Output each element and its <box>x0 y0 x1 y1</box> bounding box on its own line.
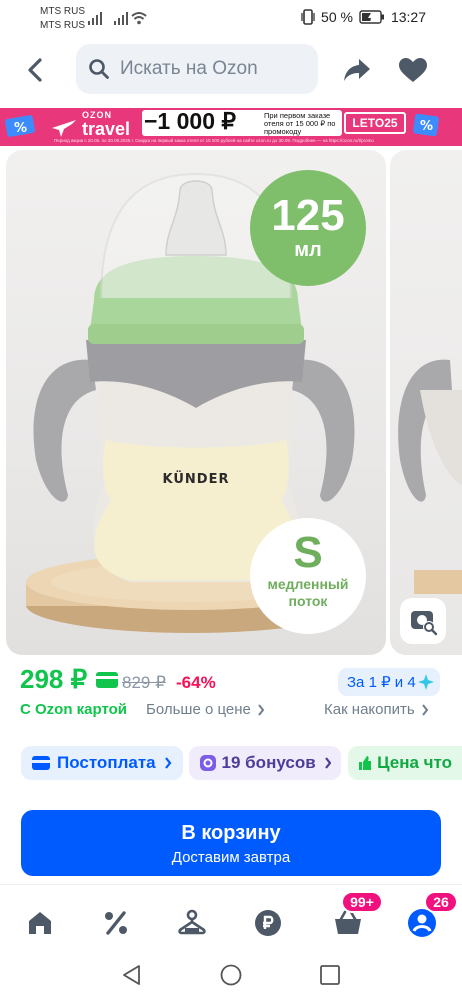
promo-banner[interactable]: % OZON travel −1 000 ₽ При первом заказе… <box>0 108 462 146</box>
system-recents-icon[interactable] <box>318 963 342 987</box>
banner-brand: travel <box>82 119 131 139</box>
carrier-label: MTS RUS <box>40 6 85 17</box>
installment-badge[interactable]: За 1 ₽ и 4 <box>338 668 440 696</box>
flow-line-1: медленный <box>267 576 349 592</box>
nav-discounts[interactable] <box>98 905 134 941</box>
percent-icon <box>105 911 127 935</box>
chevron-right-icon <box>324 757 331 769</box>
wallet-icon <box>32 756 50 770</box>
nav-home[interactable] <box>22 905 58 941</box>
flow-badge: S медленный поток <box>250 518 366 634</box>
volume-badge: 125 мл <box>250 170 366 286</box>
ozon-card-icon <box>96 672 118 688</box>
chip-label: Постоплата <box>57 753 156 772</box>
home-icon <box>29 912 51 934</box>
discount-ticket-icon: % <box>5 115 35 137</box>
ruble-icon <box>255 910 281 936</box>
volume-number: 125 <box>271 191 345 240</box>
banner-offer-box: −1 000 ₽ При первом заказе отеля от 15 0… <box>142 108 342 136</box>
svg-text:%: % <box>420 119 433 134</box>
status-bar: MTS RUS MTS RUS 50 % 13:27 <box>0 0 462 36</box>
hanger-icon <box>178 909 206 935</box>
product-image[interactable]: KÜNDER 125 мл S медленный поток <box>6 150 386 655</box>
camera-search-icon <box>411 611 438 636</box>
search-input[interactable]: Искать на Ozon <box>76 44 318 94</box>
sparkle-icon <box>417 674 434 690</box>
bonus-coin-icon <box>200 755 216 771</box>
postpay-chip[interactable]: Постоплата <box>21 746 183 780</box>
baby-bottle-preview <box>398 359 462 594</box>
flow-size: S <box>293 528 323 577</box>
nav-finance[interactable] <box>250 905 286 941</box>
thumbs-up-icon <box>359 756 372 770</box>
ozon-card-label: С Ozon картой <box>20 701 128 718</box>
bonus-chip[interactable]: 19 бонусов <box>189 746 341 780</box>
more-about-price-label: Больше о цене <box>146 701 251 718</box>
battery-icon <box>359 10 384 24</box>
system-home-icon[interactable] <box>219 963 243 987</box>
flow-line-2: поток <box>288 593 328 609</box>
profile-notification-badge: 26 <box>424 891 458 913</box>
plane-icon <box>52 120 76 137</box>
vibrate-icon <box>301 9 315 25</box>
chip-label: 19 бонусов <box>221 753 316 772</box>
status-right: 50 % 13:27 <box>301 9 426 25</box>
more-about-price-link[interactable]: Больше о цене <box>146 701 265 718</box>
banner-fine-print: Период акции с 20.06. по 30.09.2025 г. С… <box>54 138 374 143</box>
discount-ticket-icon: % <box>413 113 439 137</box>
carrier-label: MTS RUS <box>40 20 85 31</box>
banner-promo-code: LETO25 <box>344 112 406 134</box>
search-icon <box>89 59 109 79</box>
svg-text:%: % <box>14 121 27 136</box>
header: Искать на Ozon <box>0 36 462 104</box>
volume-unit: мл <box>294 239 322 261</box>
battery-percent: 50 % <box>321 9 353 25</box>
image-search-button[interactable] <box>400 598 446 644</box>
how-to-save-label: Как накопить <box>324 701 415 718</box>
add-to-cart-button[interactable]: В корзину Доставим завтра <box>21 810 441 876</box>
system-navigation-bar <box>0 955 462 1000</box>
favorite-heart-icon[interactable] <box>398 57 428 83</box>
chip-label: Цена что <box>377 753 452 772</box>
old-price: 829 ₽ <box>122 673 166 692</box>
banner-condition: При первом заказе отеля от 15 000 ₽ по п… <box>264 111 336 136</box>
how-to-save-link[interactable]: Как накопить <box>324 701 429 718</box>
cart-button-label: В корзину <box>181 822 281 844</box>
banner-amount: −1 000 ₽ <box>144 108 237 134</box>
cart-basket-icon <box>335 910 361 934</box>
back-icon[interactable] <box>22 56 50 84</box>
share-icon[interactable] <box>342 56 372 84</box>
chevron-right-icon <box>258 703 265 716</box>
system-back-icon[interactable] <box>120 963 144 987</box>
price-guarantee-chip[interactable]: Цена что <box>348 746 462 780</box>
bottle-brand-label: KÜNDER <box>163 471 230 487</box>
current-price: 298 ₽ <box>20 664 88 694</box>
nav-fresh[interactable] <box>174 905 210 941</box>
cart-count-badge: 99+ <box>341 891 383 913</box>
cart-button-sub: Доставим завтра <box>171 849 291 866</box>
installment-label: За 1 ₽ и 4 <box>347 674 416 691</box>
search-placeholder: Искать на Ozon <box>120 58 258 79</box>
signal-wifi-icons <box>88 12 147 25</box>
clock: 13:27 <box>390 9 426 25</box>
chevron-right-icon <box>164 757 172 769</box>
discount-percent: -64% <box>176 673 216 692</box>
chevron-right-icon <box>421 703 428 716</box>
bottom-nav: 99+ 26 <box>0 884 462 955</box>
product-image-next[interactable] <box>390 150 462 655</box>
